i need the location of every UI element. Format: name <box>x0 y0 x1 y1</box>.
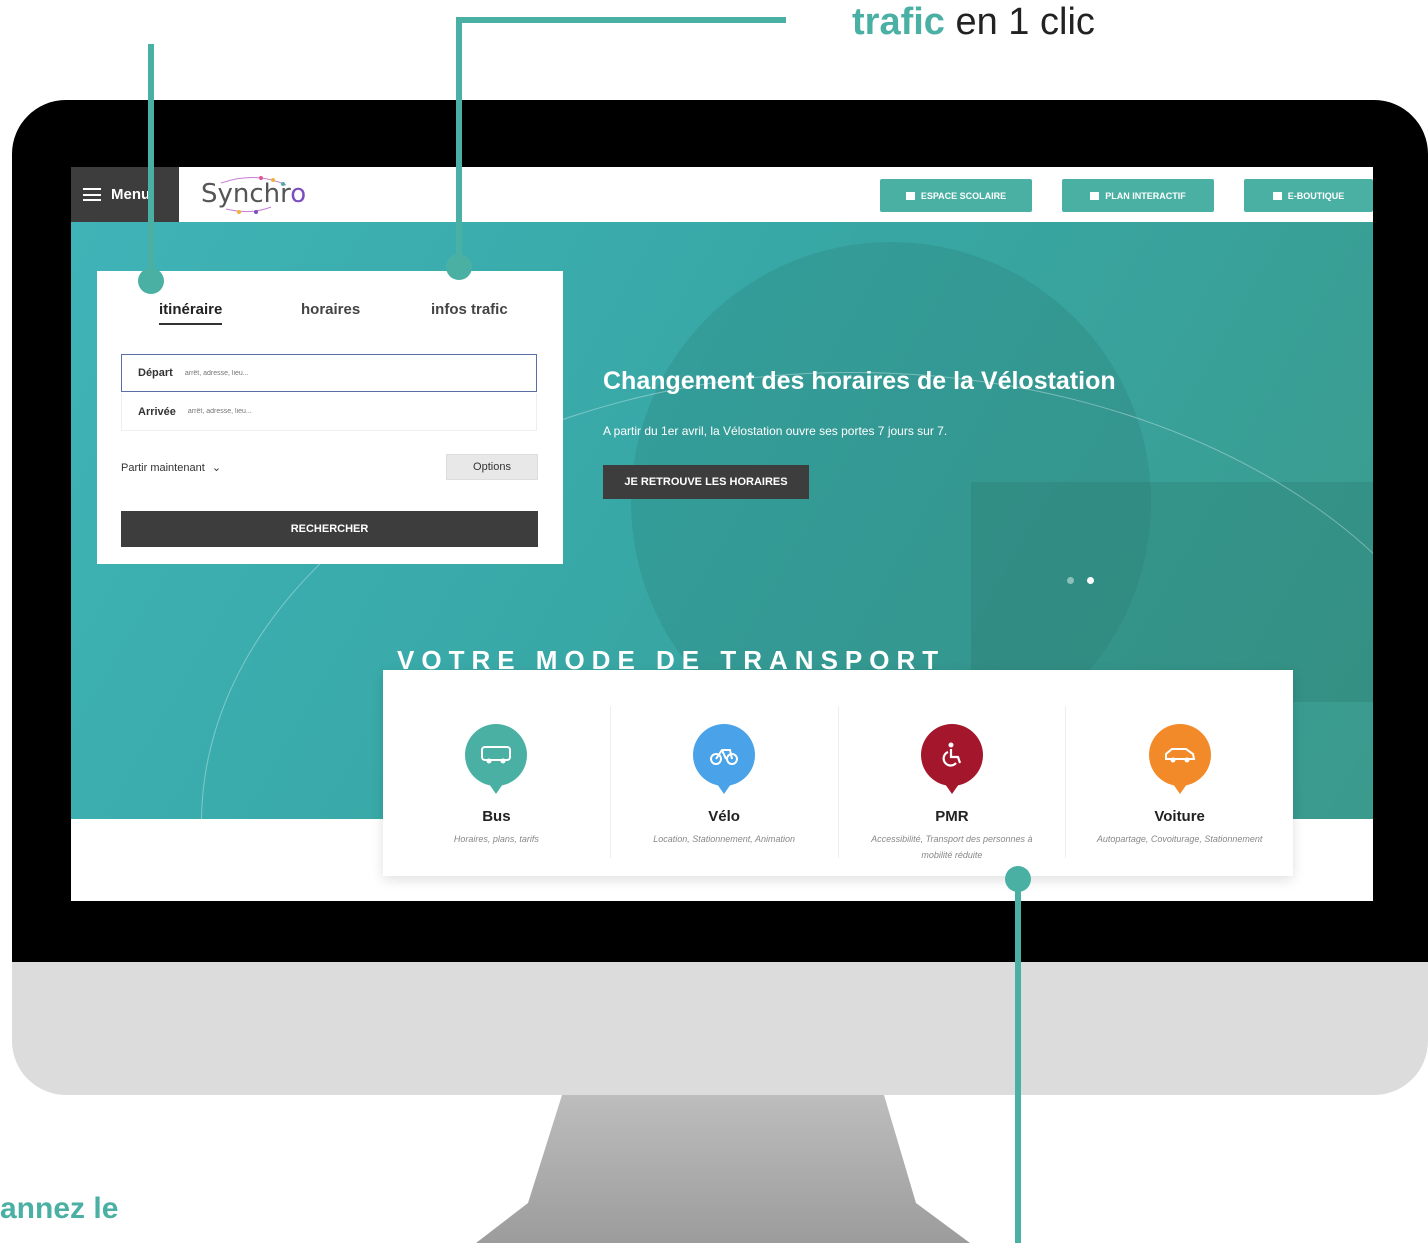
callout-accent: trafic <box>852 1 945 43</box>
callout-bottom-text: annez le <box>0 1192 119 1225</box>
mode-pmr[interactable]: PMR Accessibilité, Transport des personn… <box>839 706 1067 860</box>
menu-label: Menu <box>111 186 151 203</box>
briefcase-icon <box>905 191 915 200</box>
mode-pmr-name: PMR <box>935 808 969 825</box>
transport-modes-card: Bus Horaires, plans, tarifs Vélo Locatio… <box>383 670 1293 876</box>
arrivee-field[interactable]: Arrivée <box>121 393 537 431</box>
options-button[interactable]: Options <box>446 454 538 480</box>
map-icon <box>1090 191 1100 200</box>
tab-horaires[interactable]: horaires <box>301 301 360 318</box>
callout-dot-transport <box>1005 866 1031 892</box>
callout-rest: en 1 clic <box>944 1 1095 43</box>
synchro-logo[interactable]: Synchro <box>201 179 306 209</box>
plan-interactif-label: PLAN INTERACTIF <box>1105 190 1186 201</box>
mode-voiture[interactable]: Voiture Autopartage, Covoiturage, Statio… <box>1066 706 1293 858</box>
carousel-dot-2[interactable] <box>1087 577 1094 584</box>
callout-dot-infos-trafic <box>446 254 472 280</box>
depart-label: Départ <box>138 367 173 379</box>
wheelchair-icon <box>920 724 983 794</box>
callout-dot-itineraire <box>138 268 164 294</box>
depart-input[interactable] <box>182 368 536 378</box>
tab-itineraire[interactable]: itinéraire <box>159 301 223 325</box>
e-boutique-button[interactable]: E-BOUTIQUE <box>1244 179 1373 212</box>
carousel-dot-1[interactable] <box>1067 577 1074 584</box>
mode-bus-desc: Horaires, plans, tarifs <box>453 834 539 844</box>
tab-infos-trafic[interactable]: infos trafic <box>431 301 508 318</box>
mode-voiture-desc: Autopartage, Covoiturage, Stationnement <box>1096 834 1263 844</box>
hamburger-icon <box>83 188 101 201</box>
cart-icon <box>1272 191 1282 200</box>
logo-text: Synchr <box>201 179 291 209</box>
mode-bus[interactable]: Bus Horaires, plans, tarifs <box>383 706 611 858</box>
callout-top-text: trafic en 1 clic <box>852 0 1095 44</box>
espace-scolaire-label: ESPACE SCOLAIRE <box>920 190 1007 201</box>
menu-button[interactable]: Menu <box>71 167 179 222</box>
monitor: Menu Synchro ESPACE SCOLAIRE PLAN INTERA… <box>12 100 1428 1095</box>
arrivee-label: Arrivée <box>138 405 176 418</box>
hero-subtitle: A partir du 1er avril, la Vélostation ou… <box>603 424 948 438</box>
callout-line-infos-trafic-horizontal <box>456 17 786 23</box>
site-header: Menu Synchro ESPACE SCOLAIRE PLAN INTERA… <box>71 167 1373 222</box>
depart-field[interactable]: Départ <box>121 354 537 392</box>
plan-interactif-button[interactable]: PLAN INTERACTIF <box>1062 179 1214 212</box>
logo-o: o <box>290 179 307 209</box>
e-boutique-label: E-BOUTIQUE <box>1287 190 1345 201</box>
callout-line-itineraire <box>148 44 154 284</box>
mode-velo[interactable]: Vélo Location, Stationnement, Animation <box>611 706 839 858</box>
callout-line-transport <box>1015 880 1021 1243</box>
hero-cta-button[interactable]: JE RETROUVE LES HORAIRES <box>603 465 809 499</box>
monitor-stand <box>476 1095 970 1243</box>
journey-search-panel: itinéraire horaires infos trafic Départ … <box>97 271 563 564</box>
bus-icon <box>465 724 528 794</box>
website-screen: Menu Synchro ESPACE SCOLAIRE PLAN INTERA… <box>71 167 1373 901</box>
mode-voiture-name: Voiture <box>1154 808 1205 825</box>
mode-pmr-desc: Accessibilité, Transport des personnes à… <box>871 834 1033 860</box>
departure-time-select[interactable]: Partir maintenant ⌄ <box>121 461 221 474</box>
search-button[interactable]: RECHERCHER <box>121 511 538 547</box>
departure-time-label: Partir maintenant <box>121 462 205 474</box>
espace-scolaire-button[interactable]: ESPACE SCOLAIRE <box>880 179 1032 212</box>
callout-line-infos-trafic-vertical <box>456 17 462 257</box>
chevron-down-icon: ⌄ <box>211 462 222 474</box>
car-icon <box>1148 724 1211 794</box>
mode-bus-name: Bus <box>482 808 511 825</box>
bike-icon <box>693 724 756 794</box>
arrivee-input[interactable] <box>185 407 536 416</box>
mode-velo-desc: Location, Stationnement, Animation <box>653 834 795 844</box>
mode-velo-name: Vélo <box>708 808 740 825</box>
hero-title: Changement des horaires de la Vélostatio… <box>603 367 1116 395</box>
